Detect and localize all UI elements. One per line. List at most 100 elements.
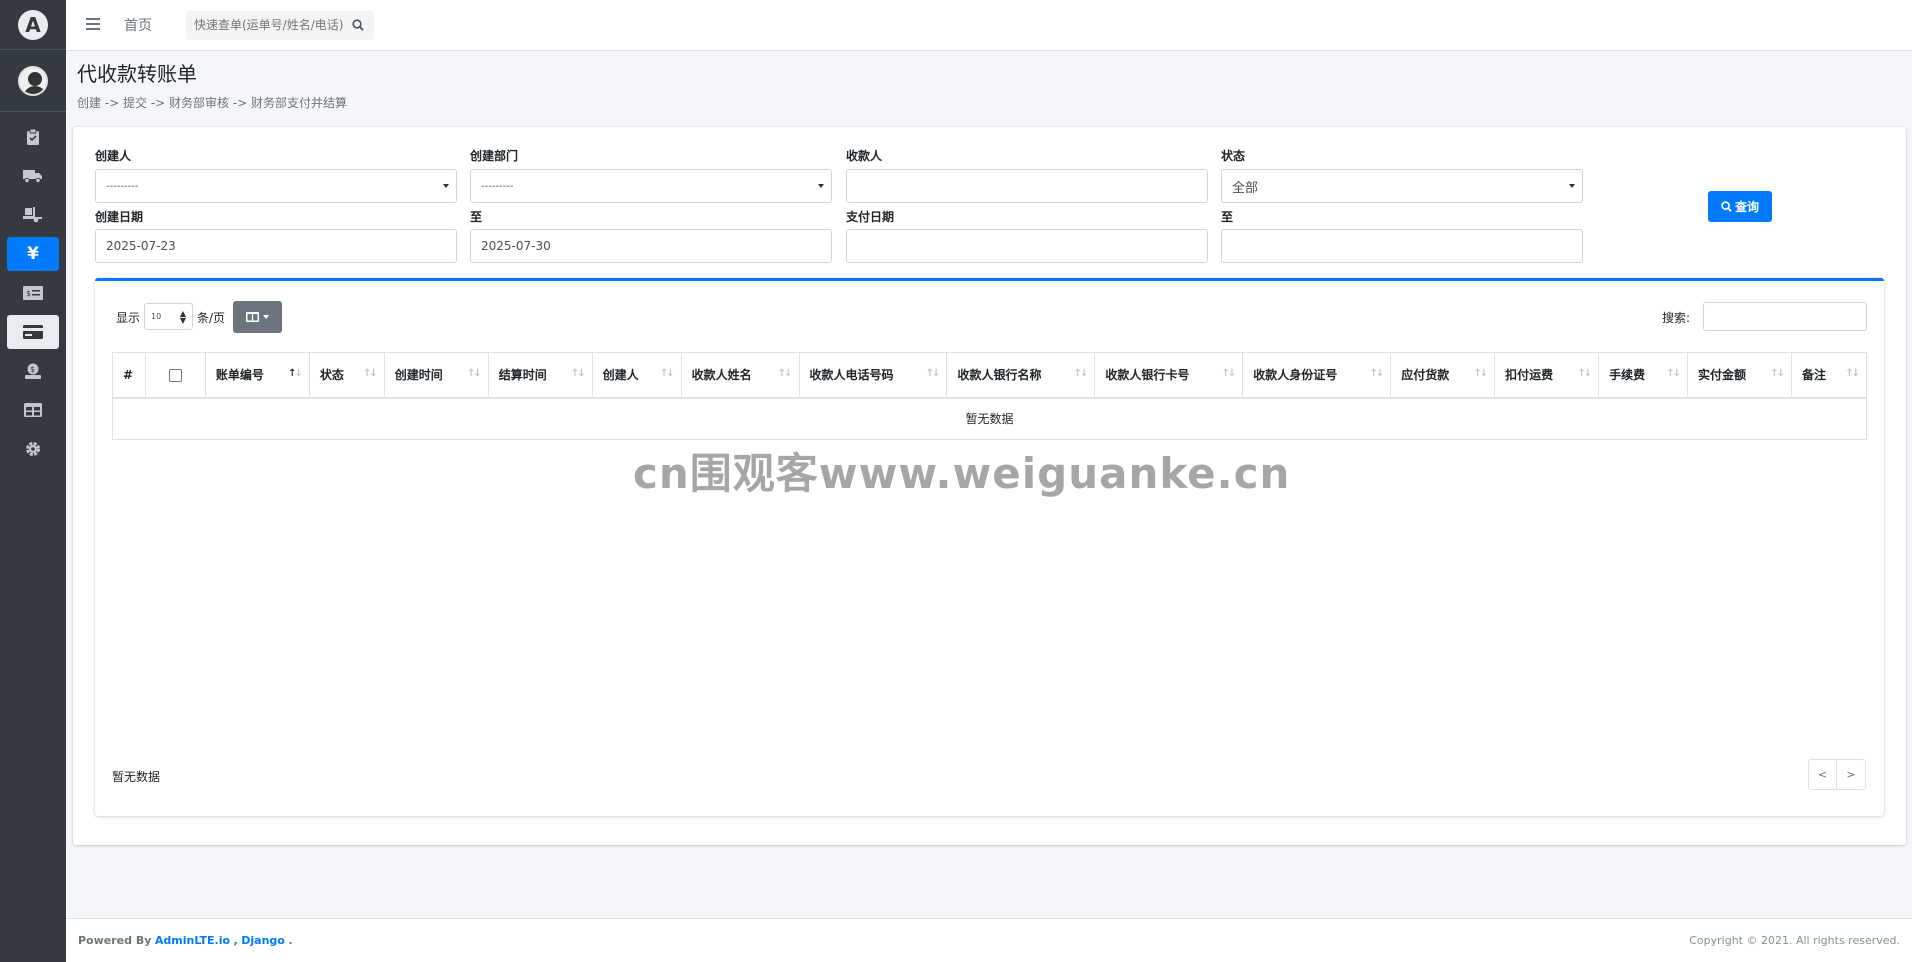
col-remark[interactable]: 备注 ↑↓ [1790,352,1868,399]
col-create-time[interactable]: 创建时间 ↑↓ [383,352,489,399]
table-row: 暂无数据 [112,397,1867,440]
django-link[interactable]: Django [241,934,285,947]
yen-icon[interactable]: ¥ [7,237,59,271]
hand-holding-usd-icon[interactable]: $ [7,354,59,388]
footer: Powered By AdminLTE.io , Django . Copyri… [66,918,1912,962]
table-info: 暂无数据 [112,770,161,784]
creator-label: 创建人 [95,149,132,163]
dept-select[interactable]: --------- [470,169,832,203]
footer-separator: , [233,934,238,947]
search-icon[interactable] [344,11,372,40]
footer-period: . [288,934,293,947]
clipboard-icon[interactable] [7,120,59,154]
pay-date-from-input[interactable] [846,229,1208,263]
svg-text:$: $ [30,365,35,374]
footer-credits: Powered By AdminLTE.io , Django . [78,934,293,947]
select-all-checkbox[interactable] [168,368,182,382]
pay-date-to-input[interactable] [1221,229,1583,263]
sort-icon: ↑↓ [777,368,793,379]
top-navbar: 首页 [66,0,1912,51]
col-payee-name[interactable]: 收款人姓名 ↑↓ [680,352,800,399]
truck-loading-icon[interactable] [7,198,59,232]
sort-asc-icon: ↑↓ [288,368,303,379]
credit-card-icon[interactable] [7,315,59,349]
next-page-button[interactable]: > [1837,759,1866,790]
payee-input[interactable] [846,169,1208,203]
dept-label: 创建部门 [470,149,519,163]
search-icon [1721,201,1732,212]
col-payee-phone[interactable]: 收款人电话号码 ↑↓ [798,352,948,399]
query-button-label: 查询 [1734,200,1759,214]
svg-text:$: $ [26,289,31,298]
breadcrumb: 创建 -> 提交 -> 财务部审核 -> 财务部支付并结算 [77,96,348,110]
sort-icon: ↑↓ [1577,368,1592,379]
columns-icon [246,312,259,322]
col-settle-time[interactable]: 结算时间 ↑↓ [487,352,593,399]
col-id-number[interactable]: 收款人身份证号 ↑↓ [1242,352,1392,399]
page-title: 代收款转账单 [77,62,197,86]
updown-icon: ▲ ▼ [179,309,186,325]
sort-icon: ↑↓ [659,368,675,379]
quick-search-input[interactable] [186,10,344,40]
per-page-label: 条/页 [197,311,226,325]
money-check-icon[interactable]: $ [7,276,59,310]
col-status[interactable]: 状态 ↑↓ [308,352,385,399]
adminlte-link[interactable]: AdminLTE.io [155,934,230,947]
copyright: Copyright © 2021. All rights reserved. [1689,934,1900,947]
data-table: # 账单编号 ↑↓ 状态 ↑↓ 创建时间 ↑↓ 结算时间 ↑↓ 创建人 ↑↓ 收款人姓名 ↑… [112,352,1868,440]
create-date-from-input[interactable]: 2025-07-23 [95,229,457,263]
creator-select-value: --------- [106,180,139,192]
sort-icon: ↑↓ [570,368,586,379]
creator-select[interactable]: --------- [95,169,457,203]
chevron-down-icon [1569,184,1575,188]
status-select-value: 全部 [1232,180,1259,196]
sort-icon: ↑↓ [363,368,378,379]
table-icon[interactable] [7,393,59,427]
caret-down-icon [263,315,269,319]
table-card: 显示 10 ▲ ▼ 条/页 搜索: # 账单编号 ↑↓ 状态 ↑↓ 创建时间 ↑↓ 结算… [95,278,1884,816]
avatar[interactable] [18,65,48,96]
chevron-down-icon [818,184,824,188]
brand-logo-icon[interactable]: A [18,9,48,40]
sort-icon: ↑↓ [1845,368,1860,379]
page-length-value: 10 [151,312,162,321]
empty-table-message: 暂无数据 [112,397,1867,440]
col-select [144,352,206,399]
sort-icon: ↑↓ [1221,368,1237,379]
brand[interactable]: A [0,0,66,50]
gear-icon[interactable] [7,432,59,466]
col-creator[interactable]: 创建人 ↑↓ [591,352,682,399]
pay-date-to-label: 至 [1221,210,1234,224]
user-panel [0,50,66,112]
pagination: < > [1808,759,1866,790]
table-search-input[interactable] [1703,302,1867,331]
col-fee[interactable]: 手续费 ↑↓ [1598,352,1689,399]
sort-icon: ↑↓ [466,368,482,379]
sort-icon: ↑↓ [1369,368,1384,379]
page-length-select[interactable]: 10 ▲ ▼ [144,303,193,330]
col-paid-amount[interactable]: 实付金额 ↑↓ [1687,352,1792,399]
create-date-to-label: 至 [470,210,483,224]
search-label: 搜索: [1661,311,1690,325]
menu-toggle-icon[interactable] [86,15,106,35]
home-link[interactable]: 首页 [124,15,152,35]
sort-icon: ↑↓ [925,368,941,379]
col-payable[interactable]: 应付货款 ↑↓ [1390,352,1496,399]
create-date-to-input[interactable]: 2025-07-30 [470,229,832,263]
col-freight[interactable]: 扣付运费 ↑↓ [1494,352,1600,399]
prev-page-button[interactable]: < [1808,759,1837,790]
pay-date-label: 支付日期 [846,210,895,224]
sort-icon: ↑↓ [1666,368,1681,379]
sort-icon: ↑↓ [1473,368,1488,379]
query-button[interactable]: 查询 [1708,191,1772,222]
col-bank-card[interactable]: 收款人银行卡号 ↑↓ [1094,352,1244,399]
col-bank-name[interactable]: 收款人银行名称 ↑↓ [946,352,1096,399]
status-select[interactable]: 全部 [1221,169,1583,203]
payee-label: 收款人 [846,149,883,163]
col-bill-no[interactable]: 账单编号 ↑↓ [204,352,310,399]
column-visibility-button[interactable] [233,301,282,333]
col-index: # [112,352,146,399]
quick-search [186,10,374,40]
dept-select-value: --------- [481,180,514,192]
truck-icon[interactable] [7,159,59,193]
